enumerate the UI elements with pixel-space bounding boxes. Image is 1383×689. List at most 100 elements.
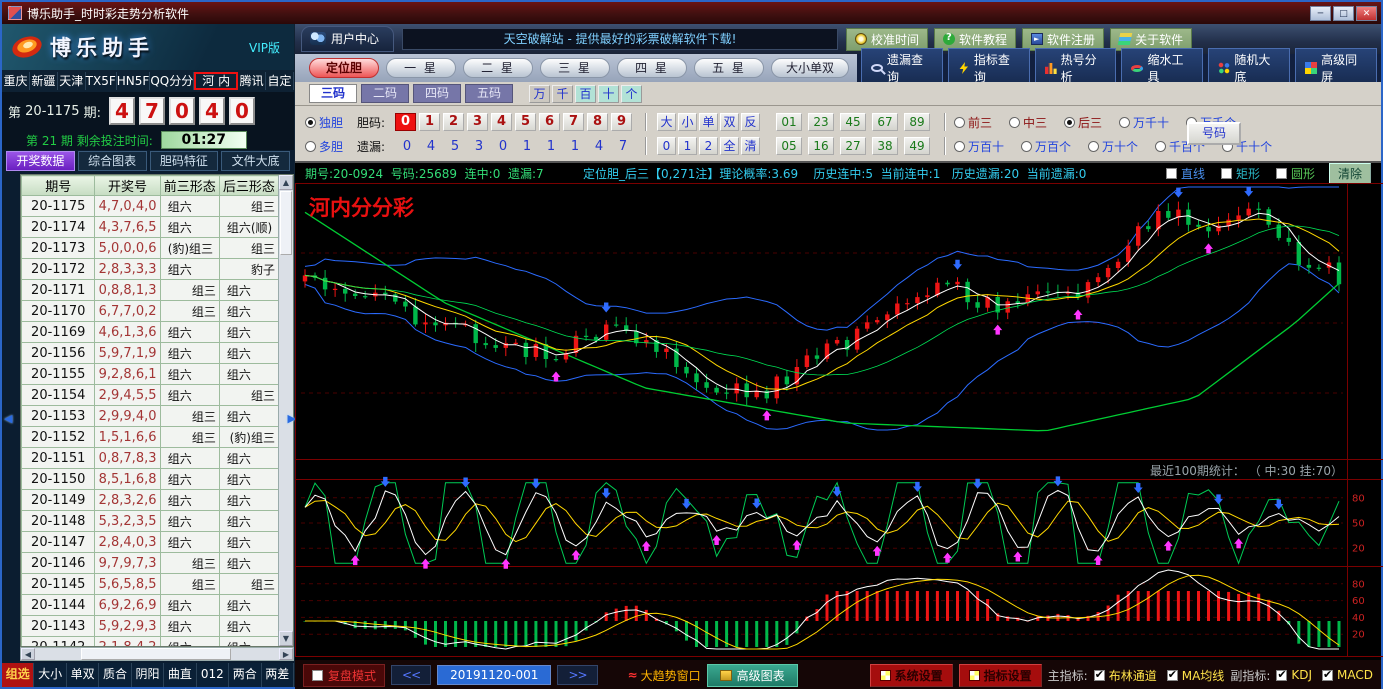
code-tab[interactable]: 五码	[465, 84, 513, 103]
pair-button[interactable]: 05	[776, 137, 802, 155]
category-tab[interactable]: 曲直	[164, 663, 196, 687]
close-button[interactable]: ✕	[1356, 6, 1377, 21]
multi-dan-radio[interactable]	[305, 141, 316, 152]
position-radio[interactable]: 万百个	[1021, 138, 1077, 155]
table-row[interactable]: 20-1175 4,7,0,4,0 组六 组三	[22, 196, 279, 217]
table-row[interactable]: 20-1156 5,9,7,1,9 组六 组六	[22, 343, 279, 364]
table-row[interactable]: 20-1172 2,8,3,3,3 组六 豹子	[22, 259, 279, 280]
pair-button[interactable]: 38	[872, 137, 898, 155]
draw-tool-checkbox[interactable]: 直线	[1166, 165, 1205, 182]
table-row[interactable]: 20-1148 5,3,2,3,5 组六 组六	[22, 511, 279, 532]
position-radio[interactable]: 后三	[1064, 114, 1108, 131]
digit-toggle[interactable]: 个	[621, 85, 642, 103]
table-row[interactable]: 20-1174 4,3,7,6,5 组六 组六(顺)	[22, 217, 279, 238]
lottery-tab[interactable]: 自定	[266, 72, 294, 90]
size-button[interactable]: 小	[678, 113, 697, 131]
table-row[interactable]: 20-1151 0,8,7,8,3 组六 组六	[22, 448, 279, 469]
table-row[interactable]: 20-1173 5,0,0,0,6 (豹)组三 组三	[22, 238, 279, 259]
table-row[interactable]: 20-1150 8,5,1,6,8 组六 组六	[22, 469, 279, 490]
scroll-down-icon[interactable]: ▼	[279, 631, 293, 646]
filter-button[interactable]: 清	[741, 137, 760, 155]
danma-number-button[interactable]: 4	[491, 113, 512, 131]
draw-tool-checkbox[interactable]: 圆形	[1276, 165, 1315, 182]
col-period[interactable]: 期号	[22, 176, 95, 196]
category-tab[interactable]: 质合	[99, 663, 131, 687]
pair-button[interactable]: 67	[872, 113, 898, 131]
table-row[interactable]: 20-1143 5,9,2,9,3 组六 组六	[22, 616, 279, 637]
indicator-checkbox[interactable]: MA均线	[1167, 667, 1225, 684]
position-radio[interactable]: 中三	[1009, 114, 1053, 131]
col-code[interactable]: 开奖号	[95, 176, 160, 196]
category-tab[interactable]: 两合	[229, 663, 261, 687]
filter-button[interactable]: 2	[699, 137, 718, 155]
pair-button[interactable]: 16	[808, 137, 834, 155]
table-row[interactable]: 20-1171 0,8,8,1,3 组三 组六	[22, 280, 279, 301]
category-tab[interactable]: 单双	[67, 663, 99, 687]
minimize-button[interactable]: ─	[1310, 6, 1331, 21]
mode-button[interactable]: 五 星	[694, 58, 764, 78]
table-row[interactable]: 20-1170 6,7,7,0,2 组三 组六	[22, 301, 279, 322]
mode-button[interactable]: 一 星	[386, 58, 456, 78]
table-row[interactable]: 20-1155 9,2,8,6,1 组六 组六	[22, 364, 279, 385]
digit-toggle[interactable]: 十	[598, 85, 619, 103]
code-tab[interactable]: 四码	[413, 84, 461, 103]
danma-number-button[interactable]: 6	[539, 113, 560, 131]
pair-button[interactable]: 23	[808, 113, 834, 131]
position-radio[interactable]: 万千十	[1119, 114, 1175, 131]
prev-file-button[interactable]: <<	[391, 665, 431, 685]
col-front3[interactable]: 前三形态	[160, 176, 219, 196]
hscroll-thumb[interactable]	[81, 648, 231, 660]
size-button[interactable]: 单	[699, 113, 718, 131]
table-vscrollbar[interactable]: ▲ ▼	[278, 175, 293, 646]
user-center-button[interactable]: 用户中心	[301, 26, 394, 52]
view-tab[interactable]: 胆码特征	[150, 151, 219, 171]
lottery-tab[interactable]: 新疆	[30, 72, 58, 90]
lottery-tab[interactable]: 河 内	[194, 72, 238, 90]
danma-number-button[interactable]: 9	[611, 113, 632, 131]
table-row[interactable]: 20-1144 6,9,2,6,9 组六 组六	[22, 595, 279, 616]
view-tab[interactable]: 综合图表	[78, 151, 147, 171]
lottery-tab[interactable]: 天津	[58, 72, 86, 90]
mode-button[interactable]: 四 星	[617, 58, 687, 78]
danma-number-button[interactable]: 2	[443, 113, 464, 131]
danma-number-button[interactable]: 5	[515, 113, 536, 131]
pair-button[interactable]: 27	[840, 137, 866, 155]
table-row[interactable]: 20-1146 9,7,9,7,3 组三 组六	[22, 553, 279, 574]
single-dan-radio[interactable]	[305, 117, 316, 128]
table-row[interactable]: 20-1145 5,6,5,8,5 组三 组三	[22, 574, 279, 595]
indicator-checkbox[interactable]: MACD	[1322, 668, 1373, 682]
scroll-left-icon[interactable]: ◀	[21, 648, 35, 660]
filter-button[interactable]: 0	[657, 137, 676, 155]
mode-button[interactable]: 大小单双	[771, 58, 849, 78]
replay-mode-toggle[interactable]: 复盘模式	[303, 664, 385, 687]
view-tab[interactable]: 文件大底	[221, 151, 290, 171]
next-file-button[interactable]: >>	[557, 665, 597, 685]
vscroll-thumb[interactable]	[280, 191, 292, 255]
advanced-chart-button[interactable]: 高级图表	[707, 664, 798, 687]
table-row[interactable]: 20-1153 2,9,9,4,0 组三 组六	[22, 406, 279, 427]
clear-button[interactable]: 清除	[1329, 163, 1371, 184]
table-row[interactable]: 20-1152 1,5,1,6,6 组三 (豹)组三	[22, 427, 279, 448]
indicator-checkbox[interactable]: 布林通道	[1094, 667, 1157, 684]
category-tab[interactable]: 阴阳	[132, 663, 164, 687]
danma-number-button[interactable]: 1	[419, 113, 440, 131]
position-radio[interactable]: 万十个	[1088, 138, 1144, 155]
view-tab[interactable]: 开奖数据	[6, 151, 75, 171]
filter-button[interactable]: 1	[678, 137, 697, 155]
category-tab[interactable]: 012	[197, 663, 229, 687]
lottery-tab[interactable]: TX5F	[86, 72, 117, 90]
scroll-right-icon[interactable]: ▶	[279, 648, 293, 660]
table-row[interactable]: 20-1147 2,8,4,0,3 组六 组六	[22, 532, 279, 553]
pair-button[interactable]: 89	[904, 113, 930, 131]
col-back3[interactable]: 后三形态	[219, 176, 278, 196]
table-hscrollbar[interactable]: ◀ ▶	[20, 647, 294, 661]
lottery-tab[interactable]: 重庆	[2, 72, 30, 90]
table-row[interactable]: 20-1142 2,1,8,4,2 组六 组六	[22, 637, 279, 648]
category-tab[interactable]: 组选	[2, 663, 34, 687]
code-tab[interactable]: 三码	[309, 84, 357, 103]
indicator-checkbox[interactable]: KDJ	[1276, 668, 1312, 682]
lottery-tab[interactable]: HN5F	[117, 72, 151, 90]
size-button[interactable]: 双	[720, 113, 739, 131]
pair-button[interactable]: 01	[776, 113, 802, 131]
position-radio[interactable]: 前三	[954, 114, 998, 131]
